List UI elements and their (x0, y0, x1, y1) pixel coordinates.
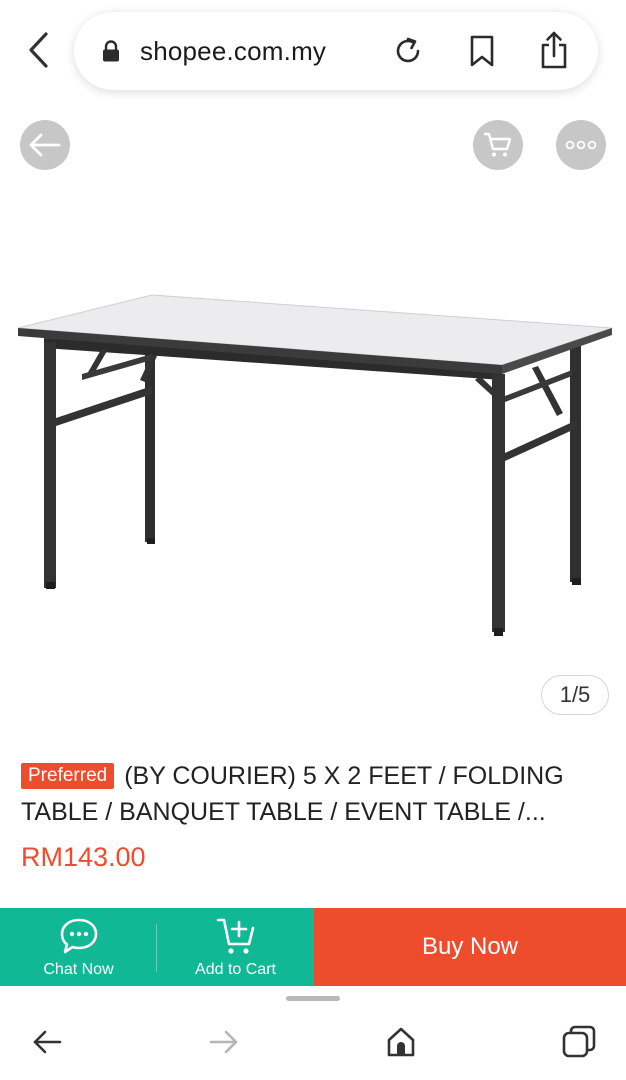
buy-now-button[interactable]: Buy Now (314, 908, 626, 986)
more-options-icon[interactable] (556, 120, 606, 170)
url-text: shopee.com.my (140, 36, 327, 66)
preferred-badge: Preferred (21, 763, 115, 789)
add-to-cart-button[interactable]: Add to Cart (157, 908, 314, 986)
add-to-cart-label: Add to Cart (195, 961, 276, 978)
lock-icon (102, 40, 120, 62)
home-icon[interactable] (381, 1024, 421, 1060)
reload-icon[interactable] (392, 34, 424, 68)
purchase-action-bar: Chat Now Add to Cart Buy Now (0, 908, 626, 986)
chat-icon (58, 916, 100, 961)
product-title-block: Preferred (BY COURIER) 5 X 2 FEET / FOLDI… (21, 758, 611, 830)
page: shopee.com.my 1/5 Preferred (BY COURIER)… (0, 0, 626, 1080)
tabs-icon[interactable] (559, 1024, 599, 1060)
product-price: RM143.00 (21, 842, 146, 872)
back-arrow-icon[interactable] (20, 120, 70, 170)
forward-arrow-icon[interactable] (204, 1024, 244, 1060)
folding-table-image (17, 294, 613, 636)
browser-top-bar: shopee.com.my (0, 0, 626, 100)
toolbar-handle[interactable] (286, 996, 340, 1001)
product-info: Preferred (BY COURIER) 5 X 2 FEET / FOLDI… (0, 740, 626, 906)
cart-icon[interactable] (473, 120, 523, 170)
chevron-left-icon[interactable] (20, 30, 56, 70)
chat-now-label: Chat Now (43, 961, 114, 978)
image-counter: 1/5 (541, 675, 609, 715)
add-to-cart-icon (215, 916, 257, 963)
back-arrow-icon[interactable] (27, 1024, 67, 1060)
chat-now-button[interactable]: Chat Now (0, 908, 157, 986)
share-icon[interactable] (538, 30, 570, 70)
address-bar[interactable]: shopee.com.my (74, 12, 598, 90)
bookmark-icon[interactable] (468, 34, 496, 68)
browser-bottom-toolbar (0, 986, 626, 1080)
product-image-carousel[interactable]: 1/5 (0, 100, 626, 730)
